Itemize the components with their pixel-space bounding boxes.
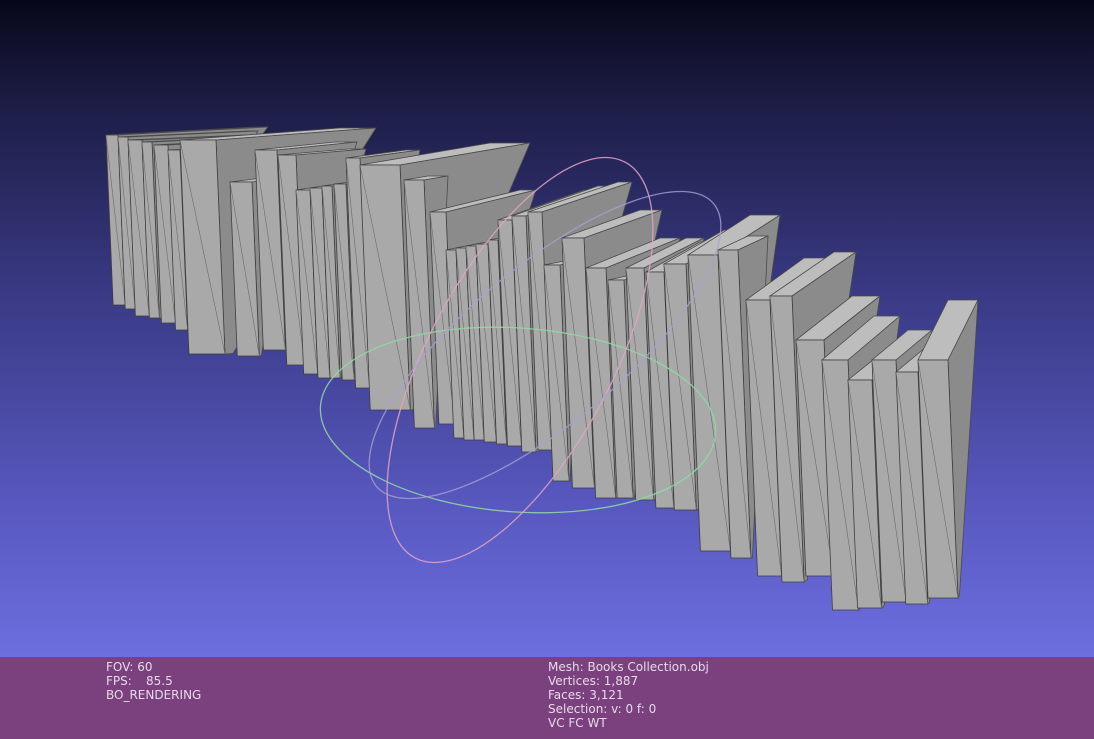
render-info: FOV: 60 FPS: 85.5 BO_RENDERING xyxy=(106,660,201,702)
info-bar: FOV: 60 FPS: 85.5 BO_RENDERING Mesh: Book… xyxy=(0,657,1094,739)
mesh-info: Mesh: Books Collection.obj Vertices: 1,8… xyxy=(548,660,709,730)
fps-row: FPS: 85.5 xyxy=(106,674,201,688)
mesh-scene xyxy=(105,126,979,611)
render-mode: BO_RENDERING xyxy=(106,688,202,702)
selection-value: v: 0 f: 0 xyxy=(611,702,657,716)
selection-row: Selection: v: 0 f: 0 xyxy=(548,702,709,716)
fov-row: FOV: 60 xyxy=(106,660,201,674)
fps-value: 85.5 xyxy=(146,674,173,688)
faces-label: Faces: xyxy=(548,688,586,702)
mesh-label: Mesh: xyxy=(548,660,584,674)
vertices-row: Vertices: 1,887 xyxy=(548,674,709,688)
fps-label: FPS: xyxy=(106,674,132,688)
selection-label: Selection: xyxy=(548,702,608,716)
vertices-label: Vertices: xyxy=(548,674,600,688)
3d-viewport[interactable] xyxy=(0,0,1094,657)
faces-value: 3,121 xyxy=(589,688,624,702)
fov-value: 60 xyxy=(137,660,153,674)
vertices-value: 1,887 xyxy=(603,674,639,688)
faces-row: Faces: 3,121 xyxy=(548,688,709,702)
books-mesh xyxy=(105,126,979,611)
fov-label: FOV: xyxy=(106,660,134,674)
mesh-name: Books Collection.obj xyxy=(587,660,709,674)
mesh-row: Mesh: Books Collection.obj xyxy=(548,660,709,674)
render-flags: VC FC WT xyxy=(548,716,607,730)
